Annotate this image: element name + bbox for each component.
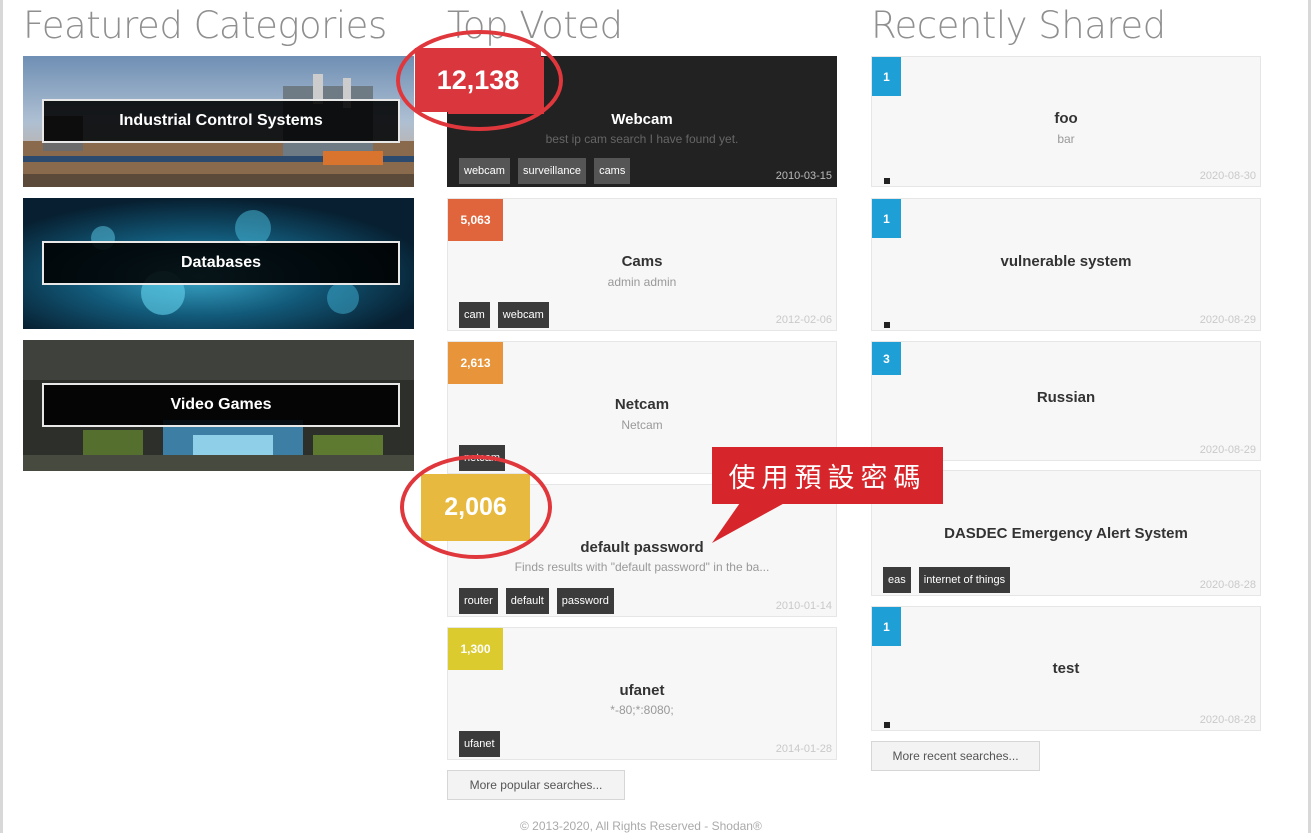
search-date: 2012-02-06	[775, 314, 832, 326]
category-label: Video Games	[42, 383, 400, 427]
vote-count-badge: 2,613	[448, 342, 503, 384]
tag-internet-of-things[interactable]: internet of things	[918, 567, 1011, 593]
tag-placeholder	[884, 722, 890, 728]
search-description: *-80;*:8080;	[610, 703, 674, 717]
tag-list: eas internet of things	[883, 567, 1011, 593]
search-title: ufanet	[619, 682, 665, 699]
tag-cams[interactable]: cams	[594, 158, 631, 184]
search-date: 2020-08-29	[1199, 444, 1256, 456]
search-description: Netcam	[621, 418, 663, 432]
search-title: Netcam	[614, 396, 670, 413]
top-voted-card-ufanet[interactable]: 1,300 ufanet *-80;*:8080; ufanet 2014-01…	[447, 627, 837, 760]
tag-cam[interactable]: cam	[459, 302, 490, 328]
tag-surveillance[interactable]: surveillance	[517, 158, 587, 184]
tag-webcam[interactable]: webcam	[459, 158, 510, 184]
tag-router[interactable]: router	[459, 588, 498, 614]
category-label: Databases	[42, 241, 400, 285]
more-recent-searches-button[interactable]: More recent searches...	[871, 741, 1040, 771]
category-industrial-control-systems[interactable]: Industrial Control Systems	[23, 56, 414, 187]
search-date: 2010-03-15	[775, 170, 832, 182]
tag-list: cam webcam	[459, 302, 549, 328]
search-date: 2020-08-30	[1199, 170, 1256, 182]
tag-list: webcam surveillance cams	[459, 158, 631, 184]
search-description: admin admin	[607, 275, 677, 289]
tag-list: router default password	[459, 588, 614, 614]
search-date: 2014-01-28	[775, 743, 832, 755]
annotation-ring-bottom	[400, 455, 552, 559]
recent-card-vulnerable-system[interactable]: 1 vulnerable system 2020-08-29	[871, 198, 1261, 331]
vote-count-badge: 1	[872, 607, 901, 646]
tag-password[interactable]: password	[556, 588, 614, 614]
search-title: vulnerable system	[1000, 253, 1132, 270]
search-title: Cams	[621, 253, 663, 270]
search-date: 2020-08-28	[1199, 579, 1256, 591]
tag-ufanet[interactable]: ufanet	[459, 731, 500, 757]
search-description: Finds results with "default password" in…	[514, 560, 770, 574]
annotation-ring-top	[396, 30, 563, 131]
search-title: test	[1052, 660, 1080, 677]
recent-card-russian[interactable]: 3 Russian 2020-08-29	[871, 341, 1261, 461]
tag-placeholder	[884, 178, 890, 184]
category-video-games[interactable]: Video Games	[23, 340, 414, 471]
vote-count-badge: 3	[872, 342, 901, 375]
tag-default[interactable]: default	[505, 588, 549, 614]
tag-list: ufanet	[459, 731, 500, 757]
tag-webcam[interactable]: webcam	[497, 302, 549, 328]
annotation-callout: 使用預設密碼	[712, 447, 943, 504]
recent-card-foo[interactable]: 1 foo bar 2020-08-30	[871, 56, 1261, 187]
footer-copyright: © 2013-2020, All Rights Reserved - Shoda…	[520, 819, 762, 833]
search-date: 2020-08-28	[1199, 714, 1256, 726]
vote-count-badge: 1	[872, 57, 901, 96]
search-date: 2010-01-14	[775, 600, 832, 612]
tag-placeholder	[884, 322, 890, 328]
search-title: foo	[1054, 110, 1078, 127]
category-databases[interactable]: Databases	[23, 198, 414, 329]
recently-shared-title: Recently Shared	[871, 4, 1166, 47]
search-description: bar	[1057, 132, 1075, 146]
tag-eas[interactable]: eas	[883, 567, 911, 593]
featured-categories-title: Featured Categories	[23, 4, 387, 47]
search-date: 2020-08-29	[1199, 314, 1256, 326]
vote-count-badge: 5,063	[448, 199, 503, 241]
search-title: DASDEC Emergency Alert System	[944, 525, 1188, 542]
recent-card-test[interactable]: 1 test 2020-08-28	[871, 606, 1261, 731]
vote-count-badge: 1,300	[448, 628, 503, 670]
top-voted-card-cams[interactable]: 5,063 Cams admin admin cam webcam 2012-0…	[447, 198, 837, 331]
more-popular-searches-button[interactable]: More popular searches...	[447, 770, 625, 800]
search-title: Russian	[1036, 389, 1096, 406]
category-label: Industrial Control Systems	[42, 99, 400, 143]
vote-count-badge: 1	[872, 199, 901, 238]
search-description: best ip cam search I have found yet.	[545, 132, 739, 146]
